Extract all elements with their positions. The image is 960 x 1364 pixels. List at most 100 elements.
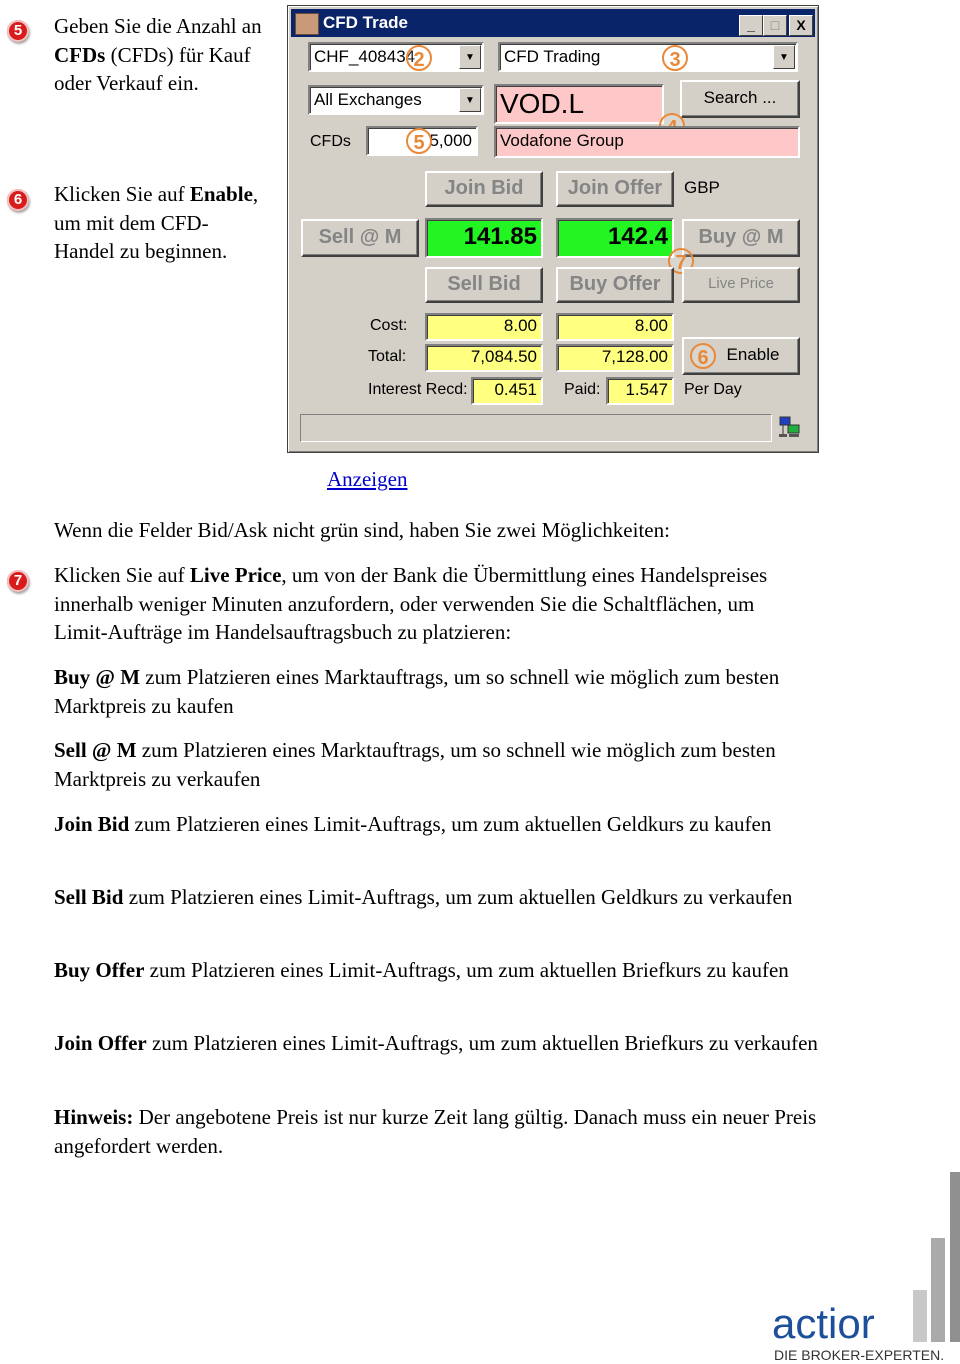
status-bar [300,414,772,442]
cost-offer-field: 8.00 [556,313,674,341]
definition-join-bid: Join Bid zum Platzieren eines Limit-Auft… [54,810,814,839]
definition-text: zum Platzieren eines Marktauftrags, um s… [54,665,780,718]
paid-value: 1.547 [625,380,668,399]
account-select[interactable]: CHF_408434 [308,42,484,72]
logo-wordmark: actior [772,1300,875,1347]
close-button[interactable]: X [789,15,813,36]
account-dropdown-chevron-down-icon[interactable]: ▼ [459,45,481,69]
cfd-trade-window: CFD Trade _ □ X CHF_408434 ▼ 2 CFD Tradi… [287,5,819,453]
step-6-bullet-icon: 6 [7,189,29,211]
definition-text: zum Platzieren eines Limit-Auftrags, um … [123,885,793,909]
paid-label: Paid: [564,381,601,398]
paid-field: 1.547 [606,377,674,405]
live-price-button[interactable]: Live Price [682,267,800,303]
buy-offer-button[interactable]: Buy Offer [556,267,674,303]
interest-recd-value: 0.451 [494,380,537,399]
logo-tagline: DIE BROKER-EXPERTEN. [774,1347,945,1363]
step-6-bold: Enable [189,182,253,206]
definition-term: Sell Bid [54,885,124,909]
minimize-button[interactable]: _ [739,15,763,36]
step-5-bold: CFDs [54,42,106,67]
callout-3: 3 [662,45,688,71]
app-icon [295,13,319,35]
interest-recd-label: Interest Recd: [368,381,468,398]
definition-sell-bid: Sell Bid zum Platzieren eines Limit-Auft… [54,883,814,912]
offer-price-field: 142.4 [556,218,674,258]
total-label: Total: [368,348,407,365]
definition-term: Join Offer [54,1031,147,1055]
total-offer-field: 7,128.00 [556,344,674,372]
definition-term: Join Bid [54,812,130,836]
instrument-name-value: Vodafone Group [500,131,624,150]
maximize-button[interactable]: □ [763,15,787,36]
definition-text: zum Platzieren eines Limit-Auftrags, um … [129,812,772,836]
product-dropdown-chevron-down-icon[interactable]: ▼ [773,45,795,69]
enable-button-label: Enable [726,345,780,364]
logo-bar-medium [931,1238,945,1342]
cost-bid-field: 8.00 [425,313,543,341]
step-5-text: Geben Sie die Anzahl an CFDs (CFDs) für … [54,12,274,98]
step-7-bold: Live Price [189,563,282,587]
step-6-text-before: Klicken Sie auf [54,182,190,206]
cfds-quantity-value: 5,000 [429,131,472,150]
callout-5: 5 [406,128,432,154]
join-offer-button[interactable]: Join Offer [556,171,674,207]
step-7-bullet-icon: 7 [7,570,29,592]
sell-at-market-button[interactable]: Sell @ M [301,219,419,257]
sell-bid-button[interactable]: Sell Bid [425,267,543,303]
definition-buy-at-market: Buy @ M zum Platzieren eines Marktauftra… [54,663,814,720]
total-bid-field: 7,084.50 [425,344,543,372]
definition-join-offer: Join Offer zum Platzieren eines Limit-Au… [54,1029,824,1058]
callout-2: 2 [406,45,432,71]
step-5-text-before: Geben Sie die Anzahl an [54,14,262,38]
definition-term: Sell @ M [54,738,137,762]
definition-buy-offer: Buy Offer zum Platzieren eines Limit-Auf… [54,956,824,985]
product-select[interactable]: CFD Trading [498,42,798,72]
step-7-text-before: Klicken Sie auf [54,563,190,587]
account-select-value: CHF_408434 [314,47,416,66]
actior-logo: actior DIE BROKER-EXPERTEN. [770,1165,960,1364]
bid-price-value: 141.85 [463,223,537,250]
cost-offer-value: 8.00 [634,316,668,335]
definition-term: Buy @ M [54,665,141,689]
definition-sell-at-market: Sell @ M zum Platzieren eines Marktauftr… [54,736,814,793]
total-offer-value: 7,128.00 [601,347,668,366]
definition-text: zum Platzieren eines Marktauftrags, um s… [54,738,776,791]
interest-recd-field: 0.451 [471,377,543,405]
exchange-dropdown-chevron-down-icon[interactable]: ▼ [459,88,481,112]
search-button[interactable]: Search ... [680,80,800,118]
currency-label: GBP [684,178,720,197]
cost-label: Cost: [370,317,408,334]
hint-note: Hinweis: Der angebotene Preis ist nur ku… [54,1103,824,1160]
hint-label: Hinweis: [54,1105,134,1129]
symbol-input[interactable]: VOD.L [494,84,664,124]
logo-bar-small [913,1290,927,1342]
intro-text: Wenn die Felder Bid/Ask nicht grün sind,… [54,518,670,542]
network-connection-icon [776,414,802,440]
instrument-name-field: Vodafone Group [494,126,800,158]
callout-6: 6 [690,343,716,369]
per-day-label: Per Day [684,381,742,398]
step-5-bullet-icon: 5 [7,20,29,42]
step-6-text: Klicken Sie auf Enable, um mit dem CFD-H… [54,180,269,266]
symbol-value: VOD.L [500,88,585,119]
exchange-select-value: All Exchanges [314,90,422,109]
total-bid-value: 7,084.50 [470,347,537,366]
title-bar[interactable]: CFD Trade _ □ X [291,9,815,37]
definition-term: Buy Offer [54,958,145,982]
anzeigen-link[interactable]: Anzeigen [327,467,407,492]
logo-bar-large [950,1172,960,1342]
cost-bid-value: 8.00 [503,316,537,335]
window-title: CFD Trade [323,13,409,32]
offer-price-value: 142.4 [607,223,668,250]
definition-text: zum Platzieren eines Limit-Auftrags, um … [146,1031,818,1055]
cfds-label: CFDs [310,133,351,150]
bid-price-field: 141.85 [425,218,543,258]
hint-text: Der angebotene Preis ist nur kurze Zeit … [54,1105,817,1158]
definition-text: zum Platzieren eines Limit-Auftrags, um … [144,958,789,982]
join-bid-button[interactable]: Join Bid [425,171,543,207]
product-select-value: CFD Trading [504,47,601,66]
buy-at-market-button[interactable]: Buy @ M [682,219,800,257]
step-7-text: Klicken Sie auf Live Price, um von der B… [54,561,804,647]
exchange-select[interactable]: All Exchanges [308,85,484,115]
